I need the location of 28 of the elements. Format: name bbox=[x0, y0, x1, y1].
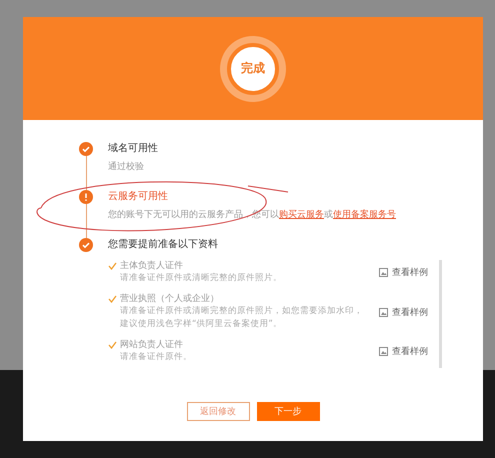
step-description: 通过校验 bbox=[108, 161, 145, 174]
image-icon bbox=[379, 347, 388, 356]
material-description: 请准备证件原件或清晰完整的原件照片。 bbox=[119, 272, 283, 285]
image-icon bbox=[379, 308, 388, 316]
exclamation-icon bbox=[79, 190, 93, 204]
scrollbar[interactable] bbox=[439, 260, 442, 368]
material-title: 营业执照（个人或企业） bbox=[120, 293, 219, 305]
material-title: 主体负责人证件 bbox=[120, 260, 183, 272]
step-title: 云服务可用性 bbox=[108, 190, 169, 204]
view-sample-link[interactable]: 查看样例 bbox=[379, 306, 428, 318]
check-icon bbox=[108, 341, 117, 349]
check-icon bbox=[108, 262, 117, 270]
link[interactable]: 使用备案服务号 bbox=[333, 210, 396, 220]
material-title: 网站负责人证件 bbox=[120, 339, 183, 351]
check-icon bbox=[79, 142, 93, 156]
next-button[interactable]: 下一步 bbox=[256, 402, 320, 421]
material-description: 请准备证件原件或清晰完整的原件照片，如您需要添加水印，建议使用浅色字样“供阿里云备案使用”。 bbox=[119, 305, 364, 331]
material-description: 请准备证件原件。 bbox=[119, 351, 193, 364]
step-title: 您需要提前准备以下资料 bbox=[108, 238, 219, 252]
status-badge: 完成 bbox=[227, 42, 279, 94]
view-sample-link[interactable]: 查看样例 bbox=[379, 345, 428, 358]
link[interactable]: 购买云服务 bbox=[279, 210, 324, 220]
back-button[interactable]: 返回修改 bbox=[186, 402, 250, 421]
step-title: 域名可用性 bbox=[108, 142, 159, 156]
check-icon bbox=[79, 238, 93, 252]
check-icon bbox=[108, 295, 117, 303]
view-sample-link[interactable]: 查看样例 bbox=[379, 266, 428, 279]
image-icon bbox=[379, 268, 388, 277]
